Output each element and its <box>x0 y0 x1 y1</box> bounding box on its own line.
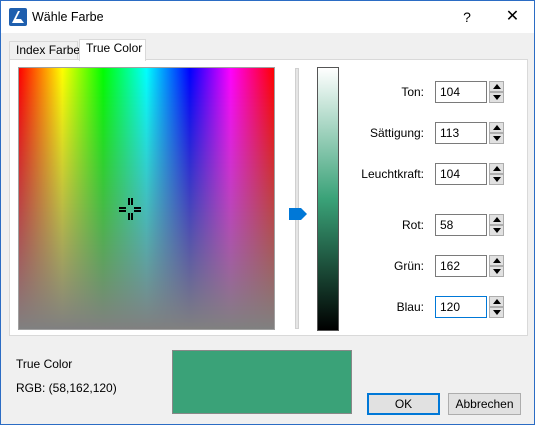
cancel-button[interactable]: Abbrechen <box>448 393 521 415</box>
gruen-stepper[interactable] <box>489 255 504 277</box>
color-spectrum[interactable] <box>18 67 275 330</box>
luminance-slider-track[interactable] <box>295 68 299 329</box>
leuchtkraft-label: Leuchtkraft: <box>361 167 424 181</box>
gruen-input[interactable] <box>435 255 487 277</box>
gruen-up-button[interactable] <box>489 255 504 266</box>
saettigung-down-button[interactable] <box>489 133 504 144</box>
close-button[interactable]: ✕ <box>491 1 534 33</box>
blau-stepper[interactable] <box>489 296 504 318</box>
tab-index-farbe[interactable]: Index Farbe <box>9 41 80 60</box>
crosshair-icon[interactable] <box>119 198 141 220</box>
help-button[interactable]: ? <box>446 1 488 33</box>
autocad-logo-icon <box>9 8 27 26</box>
blau-down-button[interactable] <box>489 307 504 318</box>
tab-true-color[interactable]: True Color <box>79 39 146 61</box>
ton-down-button[interactable] <box>489 92 504 103</box>
rgb-value-label: RGB: (58,162,120) <box>16 381 117 395</box>
color-preview <box>172 350 352 414</box>
ton-up-button[interactable] <box>489 81 504 92</box>
color-dialog: Wähle Farbe ? ✕ Index Farbe True Color T… <box>0 0 535 425</box>
ok-button[interactable]: OK <box>367 393 440 415</box>
leuchtkraft-stepper[interactable] <box>489 163 504 185</box>
rot-up-button[interactable] <box>489 214 504 225</box>
blau-up-button[interactable] <box>489 296 504 307</box>
blau-input[interactable] <box>435 296 487 318</box>
ton-stepper[interactable] <box>489 81 504 103</box>
color-mode-label: True Color <box>16 357 73 371</box>
leuchtkraft-input[interactable] <box>435 163 487 185</box>
rot-stepper[interactable] <box>489 214 504 236</box>
luminance-bar[interactable] <box>317 67 339 331</box>
saettigung-up-button[interactable] <box>489 122 504 133</box>
true-color-panel: Ton: Sättigung: Leuchtkraft: Rot: Grün: <box>9 59 528 336</box>
rot-input[interactable] <box>435 214 487 236</box>
leuchtkraft-up-button[interactable] <box>489 163 504 174</box>
saettigung-stepper[interactable] <box>489 122 504 144</box>
leuchtkraft-down-button[interactable] <box>489 174 504 185</box>
slider-arrow-icon[interactable] <box>289 208 307 220</box>
blau-label: Blau: <box>396 300 424 314</box>
rot-down-button[interactable] <box>489 225 504 236</box>
ton-input[interactable] <box>435 81 487 103</box>
saettigung-input[interactable] <box>435 122 487 144</box>
title-bar: Wähle Farbe ? ✕ <box>1 1 534 33</box>
gruen-down-button[interactable] <box>489 266 504 277</box>
saettigung-label: Sättigung: <box>369 126 424 140</box>
ton-label: Ton: <box>401 85 424 99</box>
window-title: Wähle Farbe <box>32 10 104 24</box>
gruen-label: Grün: <box>393 259 424 273</box>
rot-label: Rot: <box>401 218 424 232</box>
